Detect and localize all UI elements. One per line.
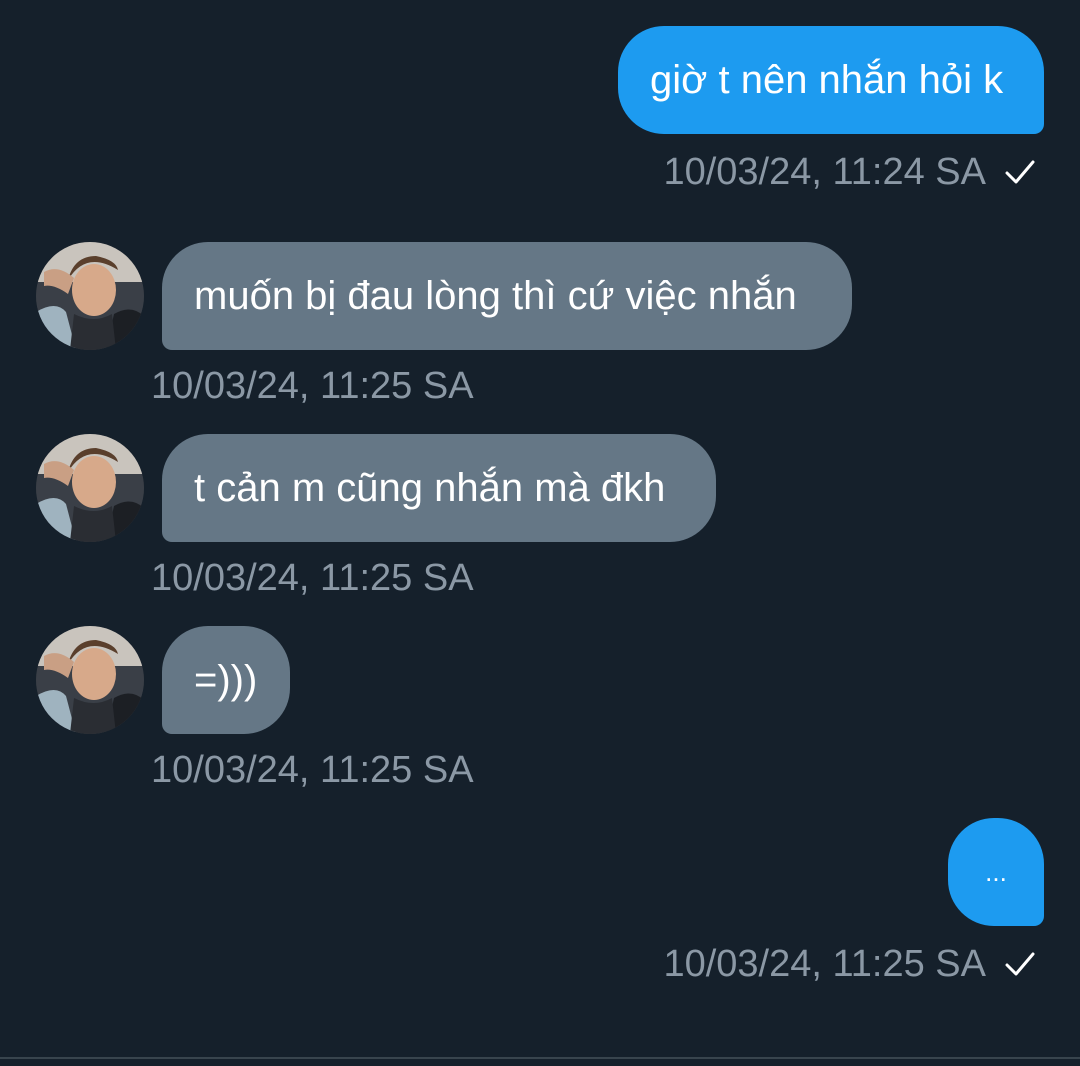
timestamp-text: 10/03/24, 11:24 SA xyxy=(663,150,986,193)
timestamp-text: 10/03/24, 11:25 SA xyxy=(663,942,986,985)
user-avatar[interactable] xyxy=(36,434,144,542)
composer-divider xyxy=(0,1057,1080,1059)
message-text: muốn bị đau lòng thì cứ việc nhắn xyxy=(194,274,797,318)
incoming-message-bubble[interactable]: t cản m cũng nhắn mà đkh xyxy=(162,434,716,542)
outgoing-message-bubble[interactable]: ... xyxy=(948,818,1044,926)
message-timestamp: 10/03/24, 11:25 SA xyxy=(151,748,474,792)
user-avatar[interactable] xyxy=(36,626,144,734)
message-timestamp: 10/03/24, 11:25 SA xyxy=(663,942,1036,986)
timestamp-text: 10/03/24, 11:25 SA xyxy=(151,748,474,791)
incoming-message-bubble[interactable]: muốn bị đau lòng thì cứ việc nhắn xyxy=(162,242,852,350)
message-timestamp: 10/03/24, 11:25 SA xyxy=(151,364,474,408)
timestamp-text: 10/03/24, 11:25 SA xyxy=(151,556,474,599)
message-timestamp: 10/03/24, 11:25 SA xyxy=(151,556,474,600)
message-text: =))) xyxy=(194,658,258,702)
checkmark-icon xyxy=(1005,952,1035,976)
message-timestamp: 10/03/24, 11:24 SA xyxy=(663,150,1036,194)
message-text: t cản m cũng nhắn mà đkh xyxy=(194,466,666,510)
message-text: giờ t nên nhắn hỏi k xyxy=(650,58,1004,102)
user-avatar[interactable] xyxy=(36,242,144,350)
incoming-message-bubble[interactable]: =))) xyxy=(162,626,290,734)
timestamp-text: 10/03/24, 11:25 SA xyxy=(151,364,474,407)
outgoing-message-bubble[interactable]: giờ t nên nhắn hỏi k xyxy=(618,26,1044,134)
checkmark-icon xyxy=(1005,160,1035,184)
message-text: ... xyxy=(985,857,1007,887)
